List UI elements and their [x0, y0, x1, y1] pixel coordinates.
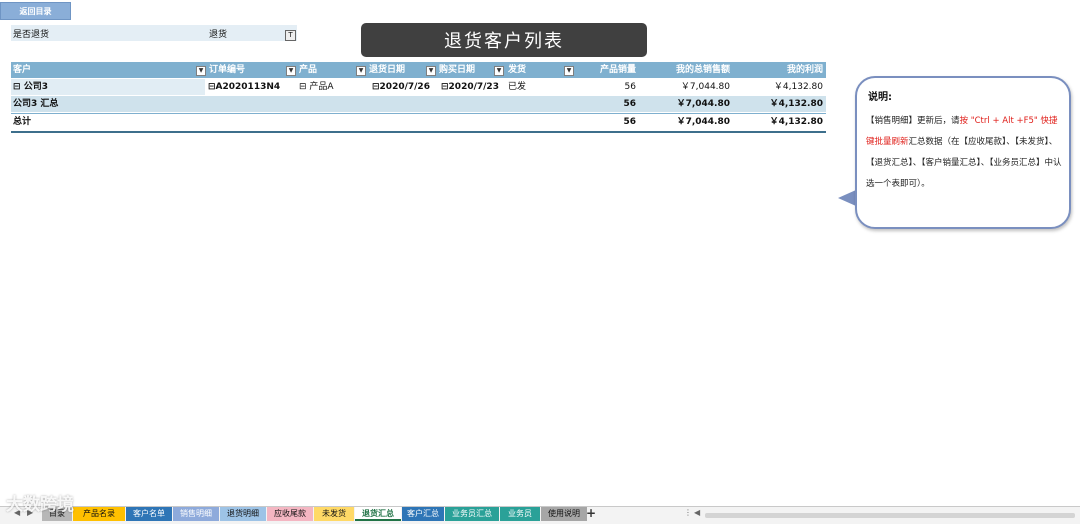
return-date-value: 2020/7/26 [379, 82, 430, 92]
horizontal-scrollbar[interactable] [705, 513, 1075, 518]
header-profit: 我的利润 [786, 65, 823, 75]
header-total-sales: 我的总销售额 [675, 65, 730, 75]
table-row-product[interactable]: ⊟ 产品A [299, 79, 334, 95]
grand-total-profit: ￥4,132.80 [769, 117, 823, 127]
table-row-total-sales: ￥7,044.80 [680, 82, 730, 92]
chevron-down-icon[interactable]: ▼ [494, 66, 504, 76]
sheet-tab[interactable]: 使用说明 [541, 507, 587, 521]
chevron-down-icon[interactable]: ▼ [356, 66, 366, 76]
chevron-down-icon[interactable]: ▼ [564, 66, 574, 76]
sheet-tab[interactable]: 销售明细 [173, 507, 219, 521]
sheet-tab[interactable]: 产品名录 [73, 507, 125, 521]
callout-title: 说明: [868, 92, 892, 103]
collapse-icon[interactable]: ⊟ [13, 82, 21, 92]
table-row-customer[interactable]: ⊟ 公司3 [13, 79, 48, 95]
table-row-profit: ￥4,132.80 [773, 82, 823, 92]
chevron-down-icon[interactable]: ▼ [286, 66, 296, 76]
collapse-icon[interactable]: ⊟ [372, 82, 380, 92]
header-product: 产品 [299, 65, 318, 75]
subtotal-total-sales: ￥7,044.80 [676, 99, 730, 109]
product-value: 产品A [309, 82, 334, 92]
callout-tail [838, 190, 856, 206]
filter-icon[interactable]: T [285, 30, 296, 41]
callout-text: 【销售明细】更新后，请按 "Ctrl + Alt +F5" 快捷键批量刷新汇总数… [866, 111, 1062, 195]
header-customer: 客户 [13, 65, 32, 75]
chevron-down-icon[interactable]: ▼ [426, 66, 436, 76]
chevron-left-icon[interactable]: ◀ [694, 508, 700, 517]
divider [11, 131, 826, 133]
sheet-tab[interactable]: 客户名单 [126, 507, 172, 521]
sheet-tab[interactable]: 退货明细 [220, 507, 266, 521]
report-filter-row [11, 25, 297, 41]
filter-field-label: 是否退货 [13, 30, 50, 40]
sheet-tab[interactable]: 未发货 [314, 507, 354, 521]
page-title: 退货客户列表 [361, 23, 647, 57]
table-row-return-date[interactable]: ⊟2020/7/26 [372, 79, 430, 95]
subtotal-qty: 56 [623, 99, 636, 109]
header-shipping: 发货 [508, 65, 527, 75]
sheet-tab[interactable]: 业务员 [500, 507, 540, 521]
grand-total-qty: 56 [623, 117, 636, 127]
table-row-qty: 56 [624, 82, 636, 92]
sheet-tab[interactable]: 退货汇总 [355, 507, 401, 521]
watermark-logo: 大数跨境 [6, 495, 74, 515]
header-purchase-date: 购买日期 [439, 65, 476, 75]
add-sheet-button[interactable]: + [586, 506, 596, 520]
subtotal-label: 公司3 汇总 [13, 99, 59, 109]
order-no-value: A2020113N4 [215, 82, 281, 92]
header-order-no: 订单编号 [209, 65, 246, 75]
filter-field-value[interactable]: 退货 [209, 27, 227, 40]
subtotal-profit: ￥4,132.80 [769, 99, 823, 109]
sheet-tab[interactable]: 客户汇总 [402, 507, 444, 521]
callout-text-part: 【销售明细】更新后，请 [866, 116, 960, 126]
grand-total-label: 总计 [13, 117, 32, 127]
table-row-purchase-date[interactable]: ⊟2020/7/23 [441, 79, 499, 95]
sheet-tab[interactable]: 应收尾款 [267, 507, 313, 521]
collapse-icon[interactable]: ⊟ [441, 82, 449, 92]
sheet-tab[interactable]: 业务员汇总 [445, 507, 499, 521]
back-to-menu-button[interactable]: 返回目录 [0, 2, 71, 20]
grand-total-total-sales: ￥7,044.80 [676, 117, 730, 127]
collapse-icon[interactable]: ⊟ [299, 82, 307, 92]
chevron-down-icon[interactable]: ▼ [196, 66, 206, 76]
header-return-date: 退货日期 [369, 65, 406, 75]
more-options-icon[interactable]: ⋮ [684, 508, 692, 517]
header-qty: 产品销量 [599, 65, 636, 75]
table-row-order-no[interactable]: ⊟A2020113N4 [208, 79, 280, 95]
purchase-date-value: 2020/7/23 [448, 82, 499, 92]
customer-name: 公司3 [23, 82, 48, 92]
table-row-shipping: 已发 [508, 82, 527, 92]
collapse-icon[interactable]: ⊟ [208, 82, 216, 92]
